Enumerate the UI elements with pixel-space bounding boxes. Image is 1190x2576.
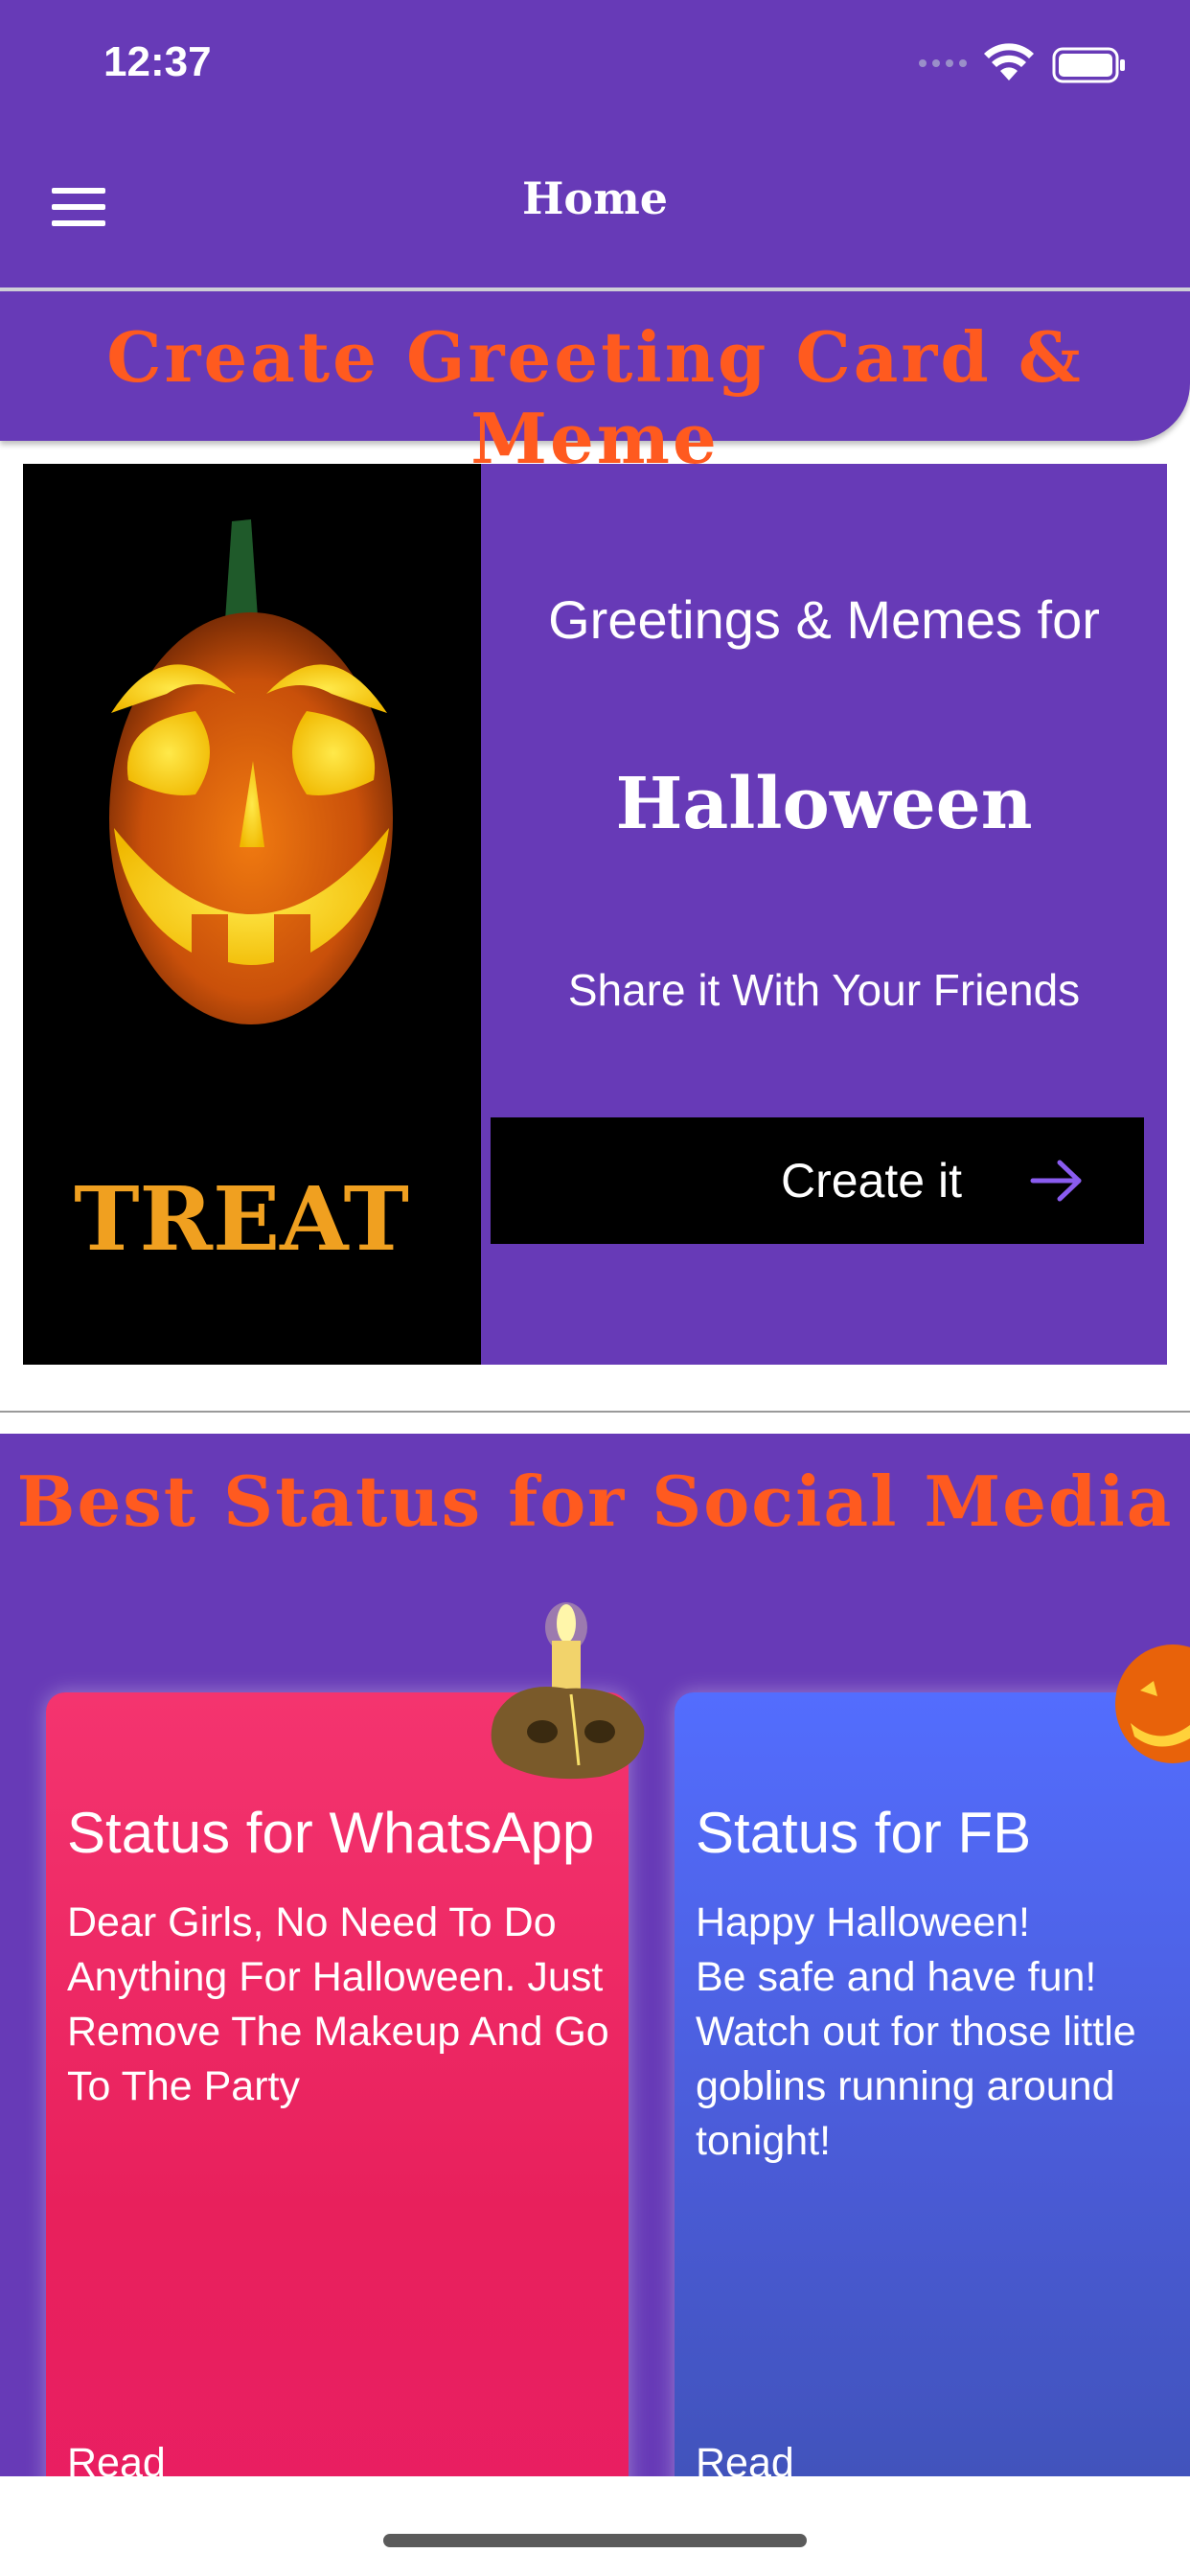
- fb-status-text: Happy Halloween! Be safe and have fun! W…: [696, 1899, 1136, 2164]
- home-indicator[interactable]: [383, 2534, 807, 2547]
- skull-candle-icon: [491, 1602, 645, 1780]
- create-it-label: Create it: [781, 1154, 962, 1208]
- treat-image-text: TREAT: [74, 1167, 409, 1271]
- wifi-icon: [984, 43, 1034, 80]
- arrow-right-icon: [1030, 1160, 1082, 1202]
- fb-status-title: Status for FB: [696, 1801, 1032, 1865]
- create-it-button[interactable]: Create it: [491, 1117, 1144, 1244]
- status-section-heading: Best Status for Social Media: [16, 1460, 1174, 1542]
- section-divider: [0, 1411, 1190, 1413]
- greeting-section-heading: Create Greeting Card & Meme: [106, 316, 1084, 479]
- fb-status-card[interactable]: Status for FB Happy Halloween! Be safe a…: [675, 1692, 1190, 2555]
- greeting-card-occasion: Halloween: [615, 763, 1033, 845]
- greeting-card-tagline: Share it With Your Friends: [567, 965, 1081, 1015]
- whatsapp-status-text: Dear Girls, No Need To Do Anything For H…: [67, 1899, 609, 2109]
- status-bar-time: 12:37: [103, 38, 212, 85]
- greeting-card-subtitle: Greetings & Memes for: [548, 589, 1100, 650]
- bottom-safe-area: [0, 2476, 1190, 2576]
- page-title: Home: [521, 172, 669, 224]
- battery-icon: [1052, 47, 1125, 83]
- pumpkin-icon: [1115, 1644, 1190, 1763]
- jack-o-lantern-image: TREAT: [23, 464, 481, 1365]
- cellular-signal-icon: [919, 59, 967, 67]
- whatsapp-status-card[interactable]: Status for WhatsApp Dear Girls, No Need …: [46, 1692, 629, 2555]
- whatsapp-status-title: Status for WhatsApp: [67, 1801, 595, 1865]
